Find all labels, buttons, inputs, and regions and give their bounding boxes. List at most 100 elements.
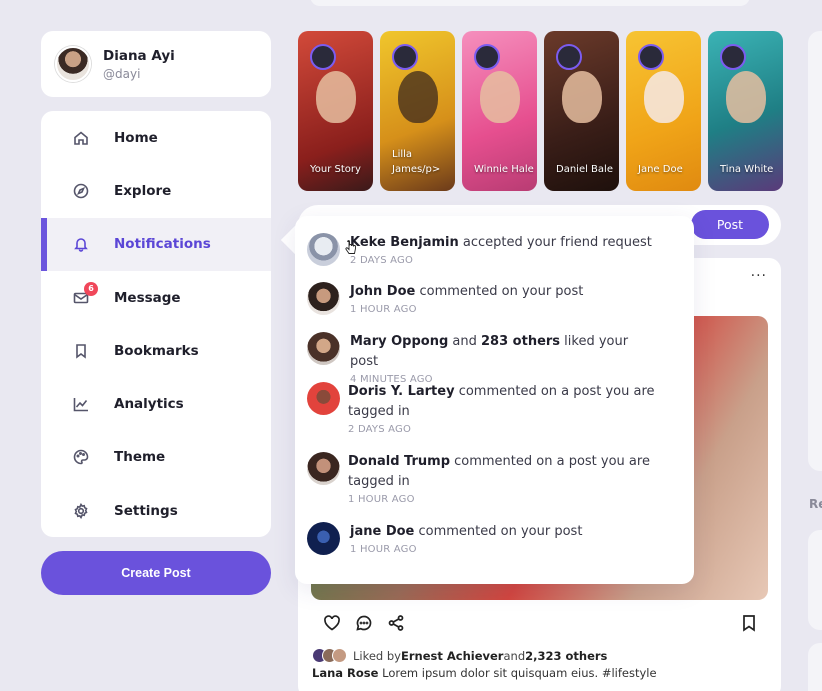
liker-avatars: [312, 648, 347, 663]
sidebar-item-theme[interactable]: Theme: [41, 431, 271, 484]
story-avatar: [556, 44, 582, 70]
notification-message: accepted your friend request: [458, 235, 652, 250]
liked-by-name[interactable]: Ernest Achiever: [401, 649, 503, 663]
story-avatar: [474, 44, 500, 70]
story-avatar: [638, 44, 664, 70]
notification-user[interactable]: Doris Y. Lartey: [348, 384, 455, 399]
chart-line-icon: [72, 395, 90, 413]
notifications-popup: Keke Benjamin accepted your friend reque…: [295, 216, 694, 584]
notification-item[interactable]: John Doe commented on your post 1 HOUR A…: [307, 282, 660, 315]
sidebar-item-label: Analytics: [114, 396, 184, 413]
profile-card[interactable]: Diana Ayi @dayi: [41, 31, 271, 97]
right-panel-card: [808, 643, 822, 691]
profile-handle: @dayi: [103, 66, 141, 81]
comment-icon[interactable]: [355, 614, 373, 636]
avatar: [307, 282, 340, 315]
story-label: Jane Doe: [638, 164, 683, 175]
notification-item[interactable]: Keke Benjamin accepted your friend reque…: [307, 233, 660, 266]
notification-item[interactable]: jane Doe commented on your post 1 HOUR A…: [307, 522, 660, 555]
sidebar-item-label: Explore: [114, 182, 172, 199]
notification-item[interactable]: Doris Y. Lartey commented on a post you …: [307, 382, 658, 435]
story-card[interactable]: Winnie Hale: [462, 31, 537, 191]
notification-time: 2 DAYS AGO: [350, 255, 414, 266]
story-label: Lilla James/p>: [392, 149, 441, 175]
share-icon[interactable]: [387, 614, 405, 636]
story-card[interactable]: Lilla James/p>: [380, 31, 455, 191]
notification-message: commented on your post: [415, 284, 584, 299]
notification-user[interactable]: Keke Benjamin: [350, 235, 459, 250]
notification-text: Doris Y. Lartey commented on a post you …: [348, 382, 658, 422]
post-caption: Lana Rose Lorem ipsum dolor sit quisquam…: [312, 666, 657, 680]
notification-user[interactable]: jane Doe: [350, 524, 414, 539]
liked-by-prefix: Liked by: [353, 648, 401, 663]
search-bar[interactable]: [310, 0, 750, 6]
notification-time: 1 HOUR AGO: [350, 304, 417, 315]
story-photo: [562, 71, 602, 123]
notification-item[interactable]: Mary Oppong and 283 others liked your po…: [307, 332, 660, 385]
likes-summary: Liked by Ernest Achiever and 2,323 other…: [312, 648, 607, 663]
notification-message: commented on your post: [414, 524, 583, 539]
caption-user[interactable]: Lana Rose: [312, 666, 378, 680]
bookmark-icon: [72, 342, 90, 360]
story-photo: [398, 71, 438, 123]
sidebar-item-analytics[interactable]: Analytics: [41, 377, 271, 430]
story-label: Daniel Bale: [556, 164, 613, 175]
sidebar-item-message[interactable]: 6 Message: [41, 271, 271, 324]
avatar: [307, 522, 340, 555]
notification-time: 1 HOUR AGO: [350, 544, 417, 555]
liked-by-mid: and: [503, 648, 526, 663]
post-actions: [323, 614, 405, 636]
right-panel: [808, 31, 822, 471]
notification-text: jane Doe commented on your post: [350, 522, 660, 542]
gear-icon: [72, 502, 90, 520]
more-options-icon[interactable]: ···: [751, 268, 767, 284]
sidebar: Home Explore Notifications 6 Message Boo…: [41, 111, 271, 537]
notification-time: 2 DAYS AGO: [348, 424, 412, 435]
profile-name: Diana Ayi: [103, 47, 175, 64]
create-post-button[interactable]: Create Post: [41, 551, 271, 595]
hand-cursor-icon: [345, 240, 356, 254]
story-label: Your Story: [310, 164, 361, 175]
sidebar-item-bookmarks[interactable]: Bookmarks: [41, 324, 271, 377]
bookmark-icon[interactable]: [741, 614, 757, 636]
sidebar-item-label: Message: [114, 289, 181, 306]
story-card[interactable]: Tina White: [708, 31, 783, 191]
story-photo: [644, 71, 684, 123]
caption-text: Lorem ipsum dolor sit quisquam eius. #li…: [378, 666, 657, 680]
home-icon: [72, 129, 90, 147]
sidebar-item-settings[interactable]: Settings: [41, 484, 271, 537]
liked-by-count[interactable]: 2,323 others: [525, 649, 607, 663]
notification-text: Donald Trump commented on a post you are…: [348, 452, 658, 492]
mail-icon: 6: [72, 281, 98, 307]
notification-text: Keke Benjamin accepted your friend reque…: [350, 233, 660, 253]
notification-text: John Doe commented on your post: [350, 282, 660, 302]
notification-item[interactable]: Donald Trump commented on a post you are…: [307, 452, 658, 505]
notification-user[interactable]: Mary Oppong: [350, 334, 448, 349]
palette-icon: [72, 448, 90, 466]
avatar: [307, 382, 340, 415]
sidebar-item-explore[interactable]: Explore: [41, 164, 271, 217]
sidebar-item-home[interactable]: Home: [41, 111, 271, 164]
story-avatar: [720, 44, 746, 70]
notification-time: 1 HOUR AGO: [348, 494, 415, 505]
sidebar-item-label: Notifications: [114, 236, 211, 253]
story-label: Winnie Hale: [474, 164, 534, 175]
story-photo: [316, 71, 356, 123]
story-card[interactable]: Your Story: [298, 31, 373, 191]
notification-user[interactable]: John Doe: [350, 284, 415, 299]
story-card[interactable]: Daniel Bale: [544, 31, 619, 191]
stories-row: Your Story Lilla James/p> Winnie Hale Da…: [298, 31, 783, 191]
sidebar-item-label: Bookmarks: [114, 342, 199, 359]
notification-user[interactable]: Donald Trump: [348, 454, 450, 469]
post-button[interactable]: Post: [691, 210, 769, 239]
avatar: [307, 233, 340, 266]
avatar: [307, 332, 340, 365]
story-photo: [726, 71, 766, 123]
story-photo: [480, 71, 520, 123]
heart-icon[interactable]: [323, 614, 341, 636]
compass-icon: [72, 182, 90, 200]
sidebar-item-notifications[interactable]: Notifications: [41, 217, 271, 272]
story-label: Tina White: [720, 164, 774, 175]
story-card[interactable]: Jane Doe: [626, 31, 701, 191]
notification-others[interactable]: 283 others: [481, 334, 560, 349]
